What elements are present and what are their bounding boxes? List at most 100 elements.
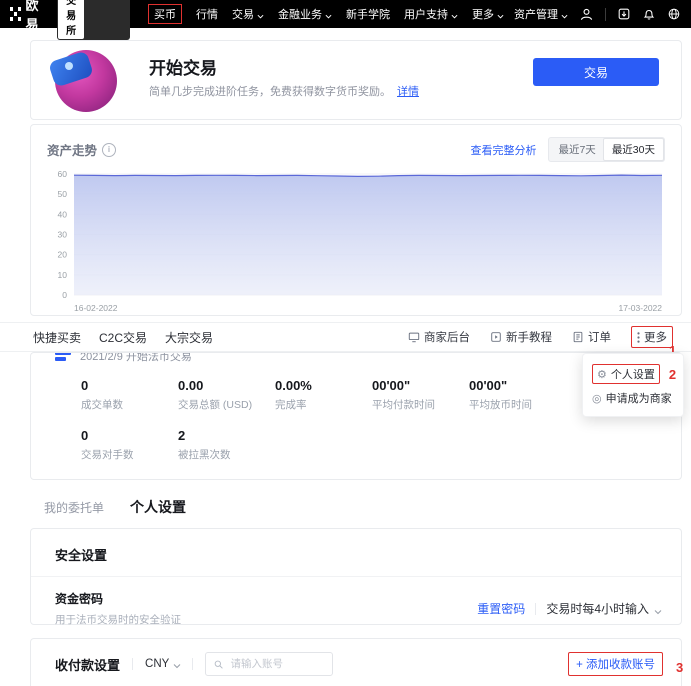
stat-avg-release-time: 00'00" 平均放币时间 <box>469 378 566 412</box>
chevron-down-icon <box>325 11 332 18</box>
tab-my-orders[interactable]: 我的委托单 <box>44 499 104 516</box>
search-icon <box>214 659 223 670</box>
nav-item-finance[interactable]: 金融业务 <box>278 6 332 22</box>
nav-item-more[interactable]: 更多 <box>472 6 504 22</box>
toggle-exchange[interactable]: 交易所 <box>58 0 84 39</box>
divider <box>132 658 133 670</box>
okx-logo-icon <box>10 7 21 21</box>
toggle-metax[interactable]: MetaX <box>84 0 129 39</box>
nav-divider <box>605 8 606 21</box>
nav-item-buy-crypto[interactable]: 买币 <box>148 4 182 24</box>
stat-avg-payment-time: 00'00" 平均付款时间 <box>372 378 469 412</box>
chart-header: 资产走势 i 查看完整分析 最近7天 最近30天 <box>31 125 681 162</box>
chart-actions: 查看完整分析 最近7天 最近30天 <box>470 137 665 162</box>
range-7d-button[interactable]: 最近7天 <box>550 139 603 160</box>
payment-title: 收付款设置 <box>55 655 120 674</box>
stat-blocked-times: 2 被拉黑次数 <box>178 428 275 462</box>
x-axis-end-label: 17-03-2022 <box>619 303 663 313</box>
svg-text:0: 0 <box>62 290 67 300</box>
okx-logo[interactable]: 欧易 <box>10 0 45 33</box>
svg-text:50: 50 <box>58 189 68 199</box>
payment-settings-card: 收付款设置 CNY + 添加收款账号 <box>30 638 682 686</box>
page: 欧易 交易所 MetaX 买币 行情 交易 金融业务 新手学院 用户支持 更多 <box>0 0 691 686</box>
section-tabs: 我的委托单 个人设置 <box>44 497 186 517</box>
nav-right-group: 资产管理 <box>514 6 681 22</box>
tab-block-trade[interactable]: 大宗交易 <box>165 329 213 346</box>
chevron-down-icon <box>173 661 180 668</box>
security-title: 安全设置 <box>31 529 681 576</box>
password-frequency-select[interactable]: 交易时每4小时输入 <box>546 600 661 617</box>
tab-quick-trade[interactable]: 快捷买卖 <box>33 329 81 346</box>
chevron-down-icon <box>257 11 264 18</box>
svg-text:10: 10 <box>58 270 68 280</box>
account-search-box[interactable] <box>205 652 333 676</box>
nav-item-markets[interactable]: 行情 <box>196 6 218 22</box>
okx-logo-text: 欧易 <box>26 0 46 33</box>
tabbar-actions: 商家后台 新手教程 订单 更多 <box>408 326 673 348</box>
stat-counterparties: 0 交易对手数 <box>81 428 178 462</box>
stat-completion-rate: 0.00% 完成率 <box>275 378 372 412</box>
orders-button[interactable]: 订单 <box>572 329 611 345</box>
notifications-bell-icon[interactable] <box>642 7 656 21</box>
tutorial-icon <box>490 331 502 343</box>
tutorial-button[interactable]: 新手教程 <box>490 329 552 345</box>
user-badge-icon <box>55 352 71 363</box>
language-globe-icon[interactable] <box>667 7 681 21</box>
currency-select[interactable]: CNY <box>145 658 180 670</box>
x-axis-start-label: 16-02-2022 <box>74 303 118 313</box>
fund-password-row: 资金密码 用于法币交易时的安全验证 重置密码 交易时每4小时输入 <box>31 577 681 627</box>
hero-subtitle: 简单几步完成进阶任务，免费获得数字货币奖励。详情 <box>149 83 419 99</box>
full-analysis-link[interactable]: 查看完整分析 <box>470 142 536 158</box>
svg-text:40: 40 <box>58 209 68 219</box>
annotation-number-3: 3 <box>676 660 683 675</box>
stat-total-volume: 0.00 交易总额 (USD) <box>178 378 275 412</box>
fund-password-label: 资金密码 <box>55 590 181 607</box>
nav-item-assets[interactable]: 资产管理 <box>514 6 568 22</box>
divider <box>535 603 536 615</box>
chart-yticks: 6050403020100 <box>58 169 68 300</box>
trade-button[interactable]: 交易 <box>533 58 659 86</box>
nav-menu: 买币 行情 交易 金融业务 新手学院 用户支持 更多 <box>148 4 504 24</box>
menu-item-become-merchant[interactable]: ◎ 申请成为商家 <box>590 387 676 409</box>
vertical-dots-icon <box>637 332 640 343</box>
stat-completed-orders: 0 成交单数 <box>81 378 178 412</box>
nav-item-academy[interactable]: 新手学院 <box>346 6 390 22</box>
profile-icon[interactable] <box>579 7 594 22</box>
chevron-down-icon <box>451 11 458 18</box>
svg-text:20: 20 <box>58 250 68 260</box>
add-payment-account-button[interactable]: + 添加收款账号 <box>568 652 663 676</box>
fund-password-desc: 用于法币交易时的安全验证 <box>55 612 181 627</box>
gear-icon: ⚙ <box>597 368 607 381</box>
chevron-down-icon <box>497 11 504 18</box>
reset-password-link[interactable]: 重置密码 <box>477 600 525 617</box>
range-segment: 最近7天 最近30天 <box>548 137 665 162</box>
range-30d-button[interactable]: 最近30天 <box>603 138 664 161</box>
tab-personal-settings[interactable]: 个人设置 <box>130 497 186 517</box>
chevron-down-icon <box>561 11 568 18</box>
info-icon[interactable]: i <box>102 143 116 157</box>
mascot-image <box>55 50 117 112</box>
menu-item-personal-settings[interactable]: ⚙ 个人设置 2 <box>590 361 676 387</box>
exchange-metax-toggle: 交易所 MetaX <box>57 0 130 40</box>
details-link[interactable]: 详情 <box>397 86 419 98</box>
chart-area <box>74 175 662 295</box>
joined-date-text: 2021/2/9 开始法币交易 <box>80 352 192 364</box>
c2c-tabs: 快捷买卖 C2C交易 大宗交易 <box>33 329 213 346</box>
asset-trend-card: 资产走势 i 查看完整分析 最近7天 最近30天 605040302 <box>30 124 682 316</box>
nav-item-trade[interactable]: 交易 <box>232 6 264 22</box>
start-trading-card: 开始交易 简单几步完成进阶任务，免费获得数字货币奖励。详情 交易 <box>30 40 682 120</box>
monitor-icon <box>408 331 420 343</box>
tab-c2c-trade[interactable]: C2C交易 <box>99 329 147 346</box>
merchant-badge-icon: ◎ <box>592 392 602 405</box>
nav-item-support[interactable]: 用户支持 <box>404 6 458 22</box>
download-app-icon[interactable] <box>617 7 631 21</box>
more-dropdown-menu: ⚙ 个人设置 2 ◎ 申请成为商家 <box>582 353 684 417</box>
annotation-number-2: 2 <box>669 367 676 382</box>
chart-title: 资产走势 i <box>47 140 116 159</box>
account-search-input[interactable] <box>228 657 324 671</box>
asset-chart-svg: 6050403020100 16-02-2022 17-03-2022 <box>44 164 668 314</box>
svg-text:30: 30 <box>58 230 68 240</box>
top-navbar: 欧易 交易所 MetaX 买币 行情 交易 金融业务 新手学院 用户支持 更多 <box>0 0 691 28</box>
merchant-console-button[interactable]: 商家后台 <box>408 329 470 345</box>
more-button[interactable]: 更多 <box>631 326 673 348</box>
